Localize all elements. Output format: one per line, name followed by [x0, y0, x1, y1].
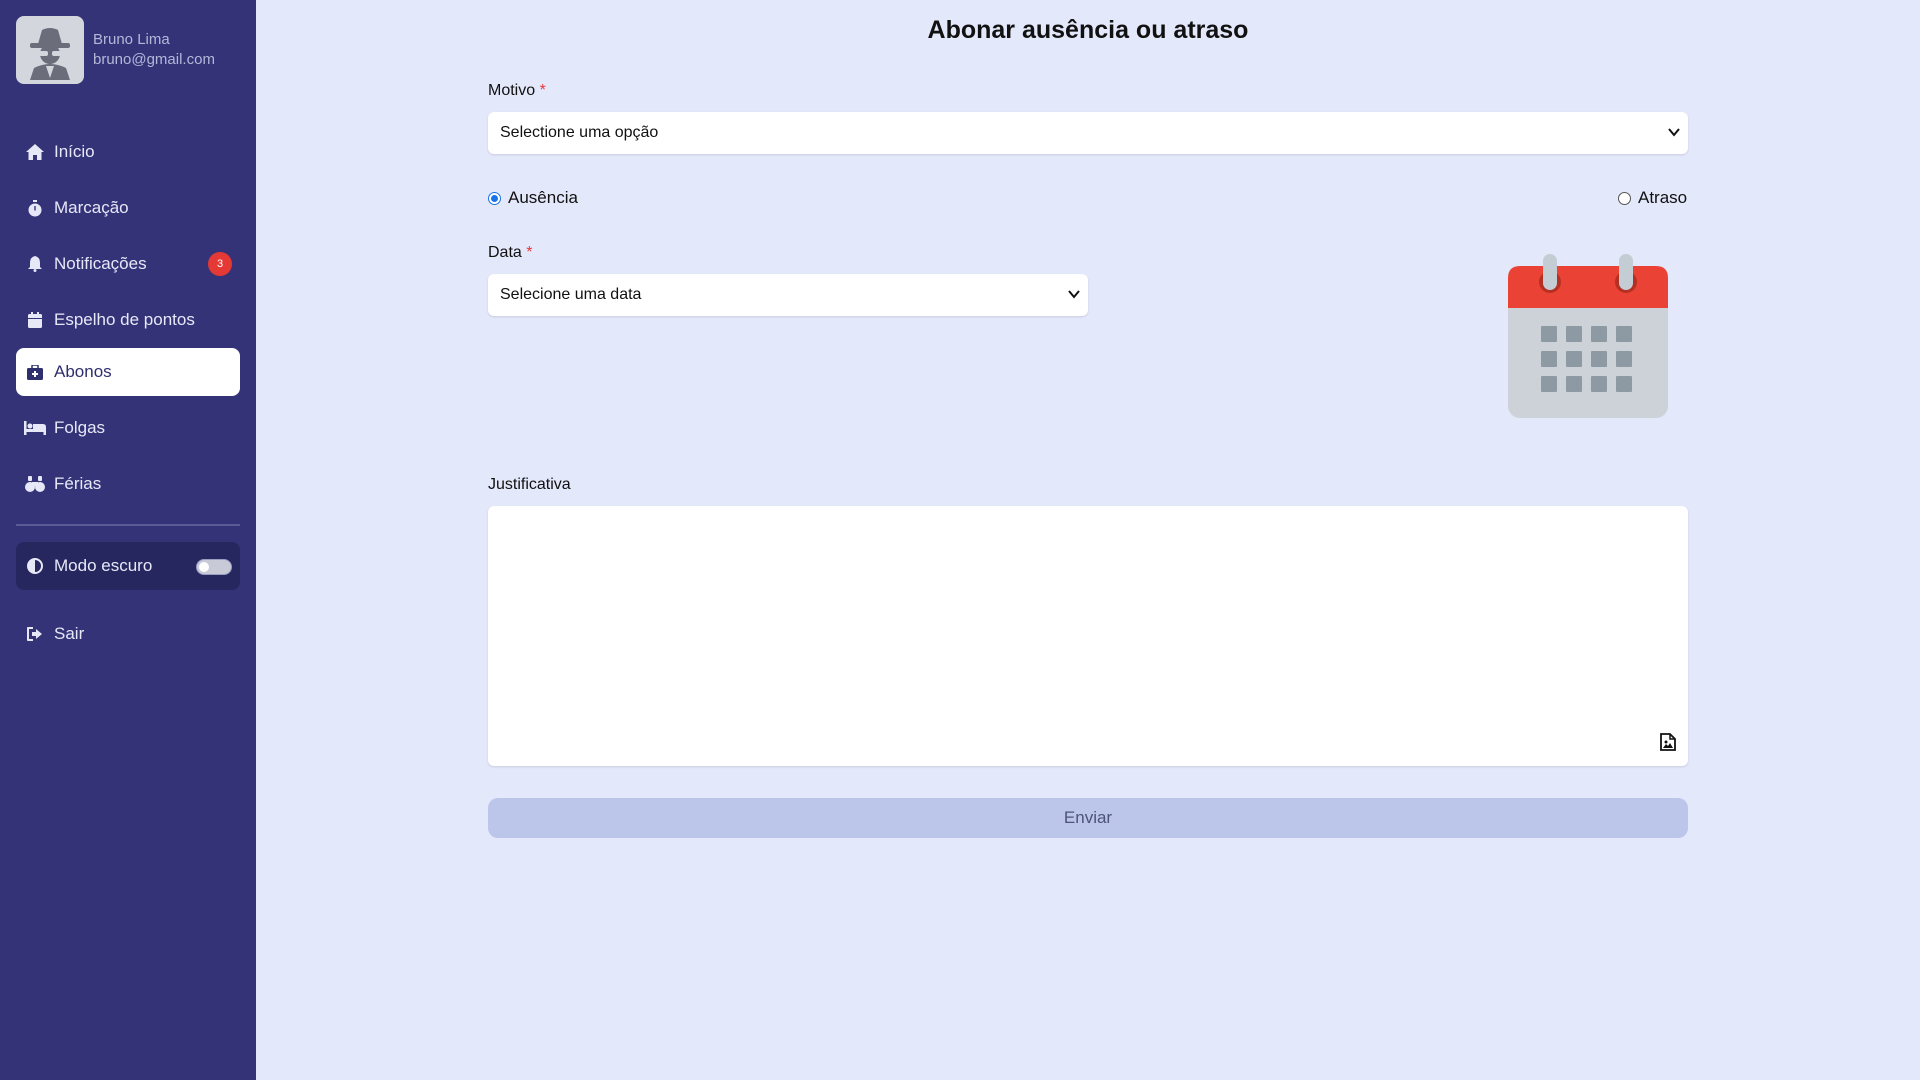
date-label: Data * — [488, 244, 532, 262]
logout-label: Sair — [54, 624, 85, 643]
binoculars-icon — [24, 473, 46, 495]
calendar-icon — [24, 309, 46, 331]
date-select[interactable]: Selecione uma data — [488, 274, 1088, 316]
avatar — [16, 16, 84, 84]
sidebar-item-label: Férias — [54, 474, 102, 493]
justification-label: Justificativa — [488, 476, 571, 493]
sidebar-item-marcacao[interactable]: Marcação — [16, 184, 240, 232]
sidebar-item-espelho[interactable]: Espelho de pontos — [16, 296, 240, 344]
sidebar-item-label: Início — [54, 142, 95, 161]
sidebar-item-inicio[interactable]: Início — [16, 128, 240, 176]
user-spy-icon — [30, 28, 70, 80]
required-marker: * — [539, 82, 546, 99]
chevron-down-icon — [1668, 125, 1680, 144]
date-label-text: Data — [488, 244, 522, 261]
reason-select[interactable]: Selectione uma opção — [488, 112, 1688, 154]
medkit-icon — [24, 361, 46, 383]
required-marker: * — [526, 244, 533, 261]
chevron-down-icon — [1068, 287, 1080, 306]
home-icon — [24, 141, 46, 163]
stopwatch-icon — [24, 197, 46, 219]
user-profile: Bruno Lima bruno@gmail.com — [16, 16, 215, 84]
dark-mode-toggle[interactable] — [196, 559, 232, 575]
sidebar-item-ferias[interactable]: Férias — [16, 460, 240, 508]
sidebar-item-label: Folgas — [54, 418, 106, 437]
bell-icon — [24, 253, 46, 275]
sign-out-icon — [24, 623, 46, 645]
sidebar-item-notificacoes[interactable]: Notificações 3 — [16, 240, 240, 288]
sidebar-item-abonos[interactable]: Abonos — [16, 348, 240, 396]
radio-atraso[interactable]: Atraso — [1618, 188, 1687, 208]
sidebar-item-label: Notificações — [54, 254, 147, 273]
radio-ausencia[interactable]: Ausência — [488, 188, 578, 208]
radio-ausencia-label: Ausência — [508, 188, 578, 207]
contrast-icon — [24, 555, 46, 577]
reason-label-text: Motivo — [488, 82, 536, 99]
sidebar-divider — [16, 524, 240, 526]
radio-atraso-label: Atraso — [1638, 188, 1688, 207]
reason-label: Motivo * — [488, 82, 546, 100]
sidebar-item-label: Espelho de pontos — [54, 310, 195, 329]
radio-unchecked-icon[interactable] — [1618, 191, 1631, 205]
user-email: bruno@gmail.com — [93, 51, 215, 68]
page-title: Abonar ausência ou atraso — [927, 16, 1249, 44]
radio-checked-icon[interactable] — [488, 191, 501, 205]
reason-select-value: Selectione uma opção — [500, 124, 659, 141]
sidebar-item-label: Marcação — [54, 198, 129, 217]
bed-icon — [24, 417, 46, 439]
sidebar-item-label: Abonos — [54, 362, 112, 381]
justification-textarea[interactable] — [488, 506, 1688, 766]
sidebar-item-folgas[interactable]: Folgas — [16, 404, 240, 452]
user-name: Bruno Lima — [93, 31, 170, 48]
date-select-value: Selecione uma data — [500, 286, 642, 303]
notification-badge: 3 — [208, 252, 232, 276]
toggle-knob — [199, 562, 209, 572]
submit-button[interactable]: Enviar — [488, 798, 1688, 838]
sidebar: Bruno Lima bruno@gmail.com Início Marcaç… — [0, 0, 256, 1080]
calendar-illustration-icon — [1508, 254, 1668, 423]
logout-button[interactable]: Sair — [16, 610, 240, 658]
dark-mode-row: Modo escuro — [16, 542, 240, 590]
dark-mode-label: Modo escuro — [54, 556, 153, 575]
attach-file-icon[interactable] — [1660, 733, 1676, 756]
